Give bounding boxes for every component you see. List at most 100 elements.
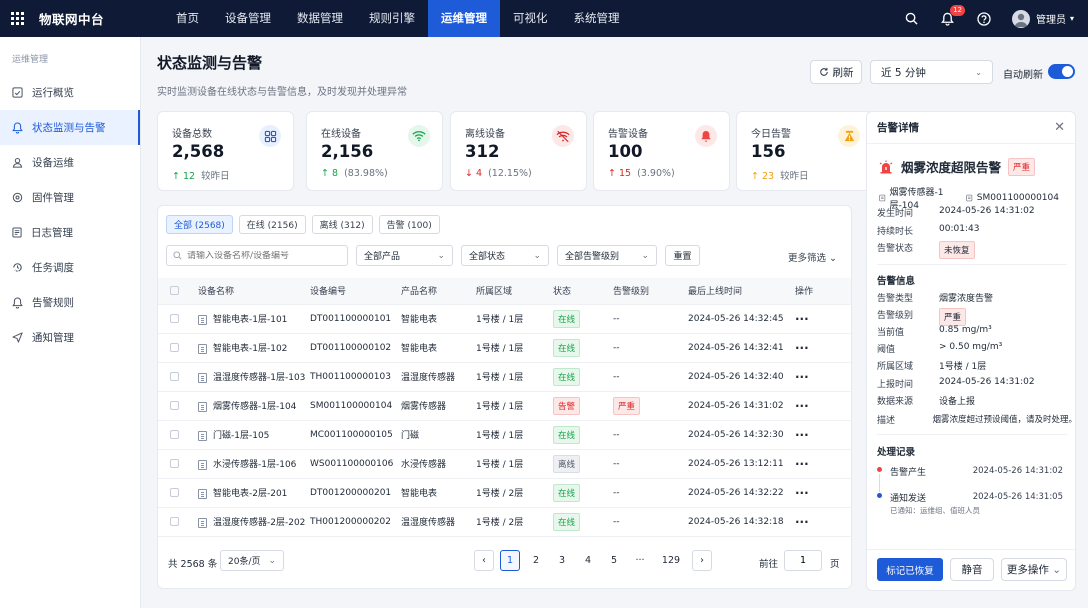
tab-offline[interactable]: 离线 (312) <box>311 215 373 234</box>
search-box[interactable] <box>166 245 348 266</box>
chevron-down-icon[interactable]: ▾ <box>1070 14 1074 23</box>
col-name: 设备名称 <box>198 278 310 305</box>
sidebar-item-monitor[interactable]: 状态监测与告警 <box>0 110 140 145</box>
detail-value: 烟雾浓度超过预设阈值，请及时处理。 <box>932 415 1077 425</box>
more-actions-icon[interactable]: ··· <box>795 457 809 471</box>
col-level: 告警级别 <box>613 278 688 305</box>
detail-row: 告警级别 严重 <box>877 308 1077 326</box>
cell-action: ··· <box>795 420 851 450</box>
tab-online[interactable]: 在线 (2156) <box>238 215 306 234</box>
app-grid-icon[interactable] <box>11 12 24 25</box>
nav-device[interactable]: 设备管理 <box>212 0 284 37</box>
search-input[interactable] <box>187 250 337 261</box>
device-name[interactable]: 水浸传感器-1层-106 <box>213 460 296 470</box>
sidebar-item-logs[interactable]: 日志管理 <box>0 215 140 250</box>
page-button[interactable]: 1 <box>500 550 520 571</box>
row-checkbox[interactable] <box>170 371 179 381</box>
stat-card-online: 在线设备 2,156 ↑ 8 (83.98%) <box>306 111 443 191</box>
time-range-value: 近 5 分钟 <box>881 66 926 79</box>
nav-system[interactable]: 系统管理 <box>561 0 633 37</box>
notification-bell-icon[interactable]: 12 <box>940 4 965 27</box>
row-checkbox[interactable] <box>170 458 179 468</box>
tab-alarm[interactable]: 告警 (100) <box>378 215 440 234</box>
sidebar-item-schedule[interactable]: 任务调度 <box>0 250 140 285</box>
auto-refresh-toggle[interactable] <box>1048 64 1075 79</box>
close-icon[interactable]: ✕ <box>1054 120 1065 135</box>
product-select[interactable]: 全部产品 ⌄ <box>356 245 453 266</box>
table-row[interactable]: 门磁-1层-105 MC001100000105 门磁 1号楼 / 1层 在线 -- 202… <box>158 420 851 450</box>
prev-page-button[interactable]: ‹ <box>474 550 494 571</box>
more-actions-icon[interactable]: ··· <box>795 341 809 355</box>
detail-key: 持续时长 <box>877 227 914 237</box>
username[interactable]: 管理员 <box>1036 11 1066 26</box>
table-row[interactable]: 温湿度传感器-1层-103 TH001100000103 温湿度传感器 1号楼 / 1… <box>158 362 851 392</box>
timeline-line <box>879 474 880 492</box>
table-row[interactable]: 智能电表-2层-201 DT001200000201 智能电表 1号楼 / 2层 在线 -… <box>158 478 851 508</box>
cell-code: TH001100000103 <box>310 362 401 392</box>
more-actions-icon[interactable]: ··· <box>795 399 809 413</box>
mute-button[interactable]: 静音 <box>950 558 994 581</box>
sidebar-item-firmware[interactable]: 固件管理 <box>0 180 140 215</box>
table-row[interactable]: 智能电表-1层-101 DT001100000101 智能电表 1号楼 / 1层 在线 -… <box>158 304 851 334</box>
nav-data[interactable]: 数据管理 <box>284 0 356 37</box>
select-all-checkbox[interactable] <box>170 285 179 295</box>
divider <box>877 434 1067 435</box>
device-name[interactable]: 烟雾传感器-1层-104 <box>213 402 296 412</box>
device-name[interactable]: 智能电表-1层-102 <box>213 344 287 354</box>
more-actions-button[interactable]: 更多操作 ⌄ <box>1001 558 1067 581</box>
more-actions-icon[interactable]: ··· <box>795 486 809 500</box>
row-checkbox[interactable] <box>170 487 179 497</box>
nav-rules[interactable]: 规则引擎 <box>356 0 428 37</box>
more-filter-button[interactable]: 更多筛选 ⌄ <box>788 250 837 264</box>
tab-all[interactable]: 全部 (2568) <box>166 215 233 234</box>
search-icon[interactable] <box>904 11 920 27</box>
avatar[interactable] <box>1011 9 1030 28</box>
table-row[interactable]: 温湿度传感器-2层-202 TH001200000202 温湿度传感器 1号楼 / 2… <box>158 507 851 537</box>
sidebar-item-alarm-rules[interactable]: 告警规则 <box>0 285 140 320</box>
more-actions-icon[interactable]: ··· <box>795 515 809 529</box>
device-name[interactable]: 温湿度传感器-2层-202 <box>213 518 305 528</box>
status-badge: 离线 <box>553 454 581 473</box>
device-name[interactable]: 智能电表-2层-201 <box>213 489 287 499</box>
sidebar-item-notify[interactable]: 通知管理 <box>0 320 140 355</box>
mark-recovered-button[interactable]: 标记已恢复 <box>877 558 943 581</box>
nav-visual[interactable]: 可视化 <box>500 0 561 37</box>
nav-home[interactable]: 首页 <box>163 0 212 37</box>
nav-ops[interactable]: 运维管理 <box>428 0 500 37</box>
device-name[interactable]: 温湿度传感器-1层-103 <box>213 373 305 383</box>
reset-button[interactable]: 重置 <box>665 245 700 266</box>
row-checkbox[interactable] <box>170 342 179 352</box>
sidebar-item-device-ops[interactable]: 设备运维 <box>0 145 140 180</box>
cell-time: 2024-05-26 14:32:45 <box>688 304 795 334</box>
device-name[interactable]: 智能电表-1层-101 <box>213 315 287 325</box>
more-actions-icon[interactable]: ··· <box>795 370 809 384</box>
goto-page-input[interactable] <box>784 550 822 571</box>
time-range-select[interactable]: 近 5 分钟 ⌄ <box>870 60 993 84</box>
level-select[interactable]: 全部告警级别 ⌄ <box>557 245 657 266</box>
page-button[interactable]: 129 <box>656 550 686 571</box>
table-row[interactable]: 水浸传感器-1层-106 WS001100000106 水浸传感器 1号楼 / 1层离… <box>158 449 851 479</box>
more-actions-icon[interactable]: ··· <box>795 428 809 442</box>
row-checkbox[interactable] <box>170 429 179 439</box>
more-actions-icon[interactable]: ··· <box>795 312 809 326</box>
help-icon[interactable] <box>976 11 992 27</box>
stat-card-alarm: 告警设备 100 ↑ 15 (3.90%) <box>593 111 730 191</box>
row-checkbox[interactable] <box>170 516 179 526</box>
sidebar-item-overview[interactable]: 运行概览 <box>0 75 140 110</box>
timeline-dot <box>877 467 882 472</box>
row-checkbox[interactable] <box>170 400 179 410</box>
status-select[interactable]: 全部状态 ⌄ <box>461 245 549 266</box>
refresh-button[interactable]: 刷新 <box>810 60 862 84</box>
page-button[interactable]: 5 <box>604 550 624 571</box>
page-size-select[interactable]: 20条/页 ⌄ <box>220 550 284 571</box>
cell-level: -- <box>613 362 688 392</box>
table-row[interactable]: 烟雾传感器-1层-104 SM001100000104 烟雾传感器 1号楼 / 1层告… <box>158 391 851 421</box>
page-ellipsis[interactable]: ··· <box>630 550 650 571</box>
page-button[interactable]: 4 <box>578 550 598 571</box>
next-page-button[interactable]: › <box>692 550 712 571</box>
page-button[interactable]: 3 <box>552 550 572 571</box>
page-button[interactable]: 2 <box>526 550 546 571</box>
row-checkbox[interactable] <box>170 313 179 323</box>
table-row[interactable]: 智能电表-1层-102 DT001100000102 智能电表 1号楼 / 1层 在线 -… <box>158 333 851 363</box>
device-name[interactable]: 门磁-1层-105 <box>213 431 269 441</box>
